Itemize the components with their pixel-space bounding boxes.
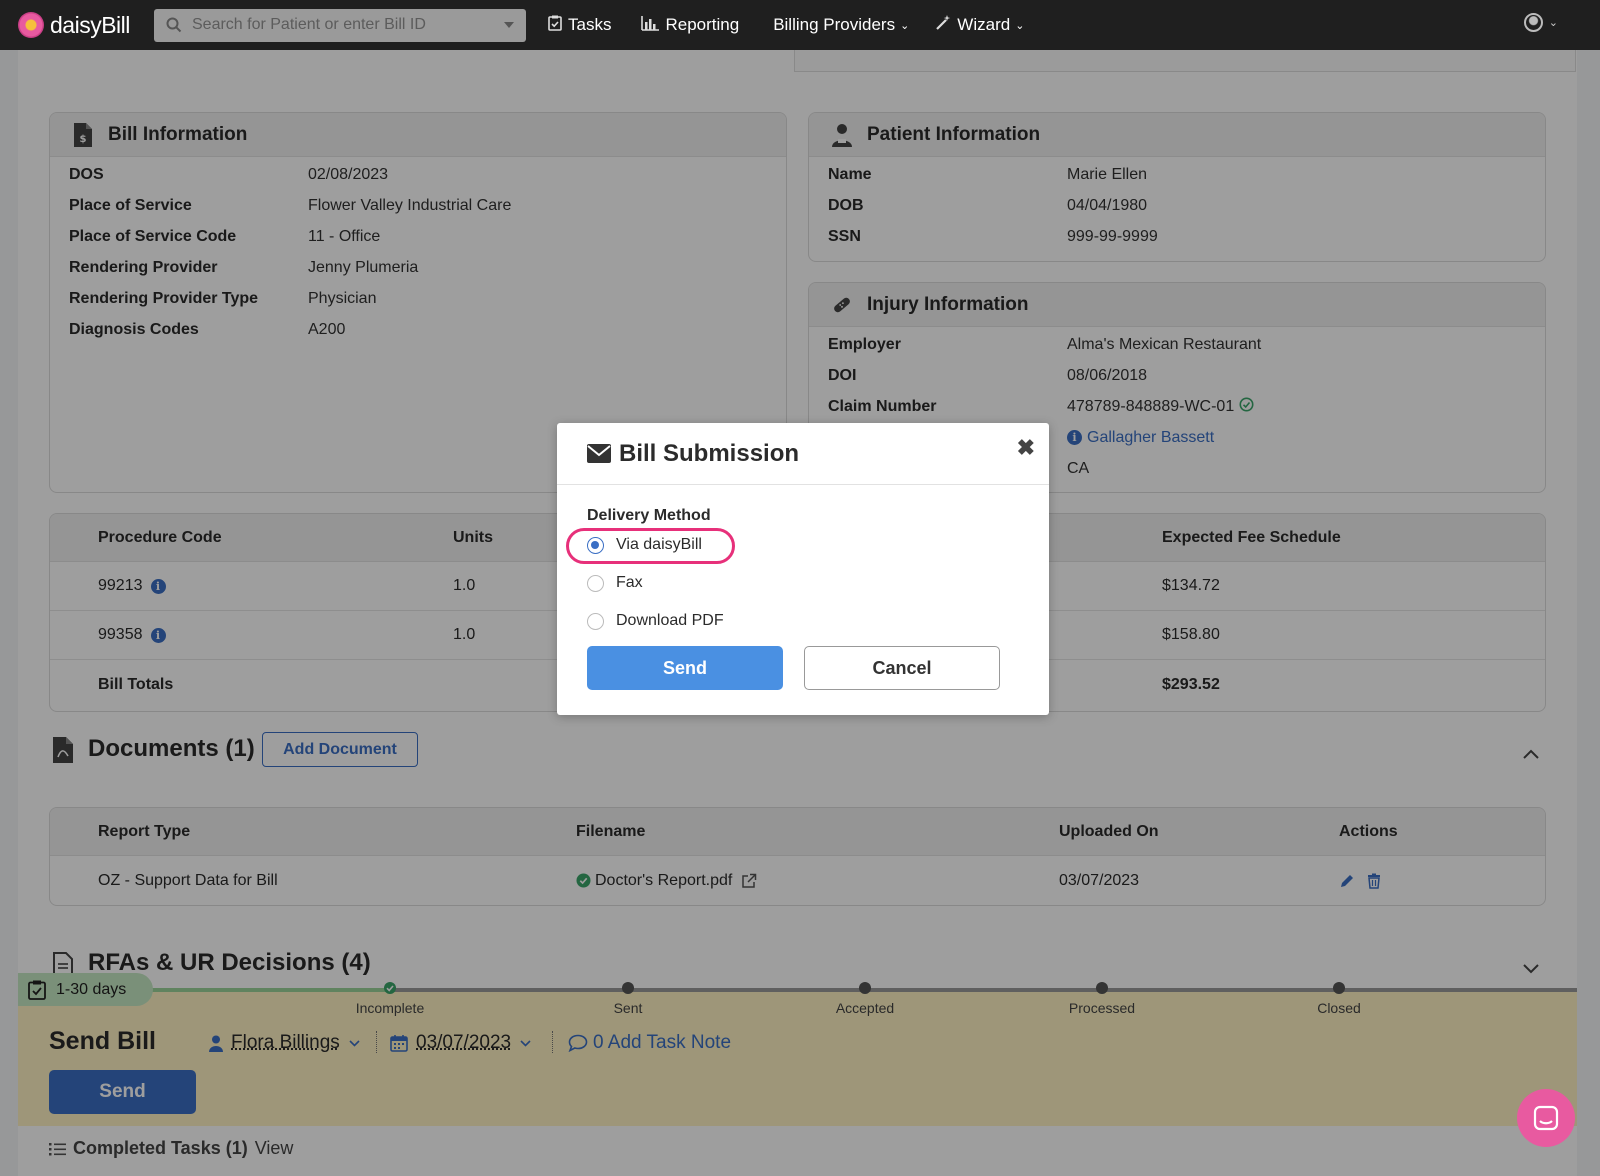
modal-send-button[interactable]: Send (587, 646, 783, 690)
daisy-logo-icon (18, 12, 44, 38)
bill-submission-modal: Bill Submission ✖ Delivery Method Via da… (557, 423, 1049, 715)
nav-reporting-label: Reporting (665, 15, 740, 34)
radio-via-daisybill[interactable]: Via daisyBill (587, 536, 702, 554)
top-navigation-bar: daisyBill Tasks Reporting Billing Provid… (0, 0, 1600, 50)
account-menu[interactable]: ⌄ (1523, 13, 1558, 32)
user-avatar-icon (1523, 13, 1543, 32)
radio-button-selected[interactable] (587, 536, 604, 554)
bar-chart-icon (641, 15, 660, 35)
modal-title: Bill Submission (619, 439, 800, 467)
chat-launcher-button[interactable] (1517, 1089, 1575, 1147)
radio-label: Download PDF (616, 612, 724, 629)
magic-wand-icon (935, 15, 951, 35)
nav-reporting[interactable]: Reporting (641, 15, 739, 35)
envelope-icon (587, 444, 611, 463)
nav-billing-providers[interactable]: Billing Providers ⌄ (773, 15, 909, 35)
chevron-down-icon: ⌄ (900, 19, 910, 32)
clipboard-check-icon (548, 15, 562, 35)
modal-header: Bill Submission ✖ (557, 423, 1049, 485)
close-icon[interactable]: ✖ (1017, 435, 1035, 461)
search-input[interactable] (192, 16, 504, 34)
radio-label: Fax (616, 574, 643, 591)
modal-cancel-button[interactable]: Cancel (804, 646, 1000, 690)
chat-icon (1533, 1105, 1559, 1131)
brand-logo[interactable]: daisyBill (18, 12, 152, 39)
radio-button[interactable] (587, 574, 604, 592)
nav-tasks[interactable]: Tasks (548, 15, 611, 35)
chevron-down-icon: ⌄ (1548, 17, 1558, 29)
search-icon (166, 17, 182, 33)
chevron-down-icon: ⌄ (1015, 19, 1025, 32)
search-dropdown-caret-icon[interactable] (504, 22, 514, 28)
delivery-method-label: Delivery Method (587, 507, 711, 524)
radio-fax[interactable]: Fax (587, 574, 643, 592)
nav-wizard[interactable]: Wizard ⌄ (935, 15, 1024, 35)
radio-button[interactable] (587, 612, 604, 630)
nav-tasks-label: Tasks (568, 15, 612, 34)
nav-billing-providers-label: Billing Providers (773, 15, 896, 34)
nav-wizard-label: Wizard (957, 15, 1011, 34)
radio-download-pdf[interactable]: Download PDF (587, 612, 724, 630)
search-box[interactable] (154, 8, 526, 42)
brand-name: daisyBill (50, 11, 130, 38)
radio-label: Via daisyBill (616, 536, 702, 553)
